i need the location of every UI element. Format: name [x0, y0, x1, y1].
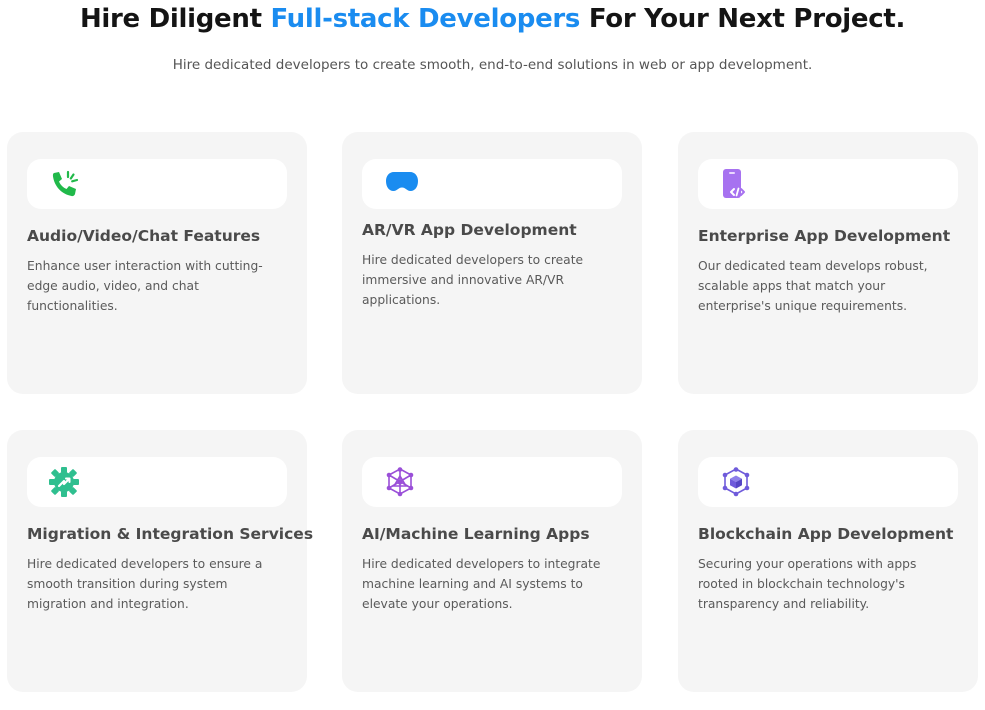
service-card-audio-video-chat[interactable]: Audio/Video/Chat Features Enhance user i… — [7, 132, 307, 394]
card-title: Audio/Video/Chat Features — [27, 227, 261, 245]
service-card-migration[interactable]: Migration & Integration Services Hire de… — [7, 430, 314, 692]
card-description: Hire dedicated developers to create imme… — [362, 253, 584, 307]
icon-bar — [362, 159, 622, 209]
mobile-code-icon — [723, 169, 745, 198]
vr-headset-icon — [386, 172, 418, 191]
neural-network-icon — [386, 467, 414, 497]
card-description: Our dedicated team develops robust, scal… — [698, 259, 928, 313]
icon-bar — [698, 159, 958, 209]
icon-bar — [698, 457, 958, 507]
blockchain-cube-icon — [722, 467, 750, 497]
title-accent: Full-stack Developers — [270, 4, 581, 34]
card-title: Enterprise App Development — [698, 227, 951, 245]
icon-bar — [362, 457, 622, 507]
title-prefix: Hire Diligent — [79, 4, 271, 34]
icon-bar — [27, 457, 287, 507]
page-title: Hire Diligent Full-stack Developers For … — [0, 4, 985, 34]
card-title: Migration & Integration Services — [27, 525, 314, 543]
gear-sync-icon — [49, 467, 79, 497]
card-title: AI/Machine Learning Apps — [362, 525, 590, 543]
card-description: Hire dedicated developers to integrate m… — [362, 557, 601, 611]
card-description: Securing your operations with apps roote… — [698, 557, 917, 611]
card-description: Enhance user interaction with cutting-ed… — [27, 259, 263, 313]
service-card-ar-vr[interactable]: AR/VR App Development Hire dedicated dev… — [342, 132, 642, 394]
card-title: Blockchain App Development — [698, 525, 954, 543]
page-subtitle: Hire dedicated developers to create smoo… — [172, 57, 813, 73]
service-card-enterprise[interactable]: Enterprise App Development Our dedicated… — [678, 132, 978, 394]
phone-icon — [52, 170, 79, 197]
card-description: Hire dedicated developers to ensure a sm… — [27, 557, 263, 611]
icon-bar — [27, 159, 287, 209]
service-card-blockchain[interactable]: Blockchain App Development Securing your… — [678, 430, 978, 692]
card-title: AR/VR App Development — [362, 221, 577, 239]
service-card-ai-ml[interactable]: AI/Machine Learning Apps Hire dedicated … — [342, 430, 642, 692]
title-suffix: For Your Next Project. — [580, 4, 906, 34]
